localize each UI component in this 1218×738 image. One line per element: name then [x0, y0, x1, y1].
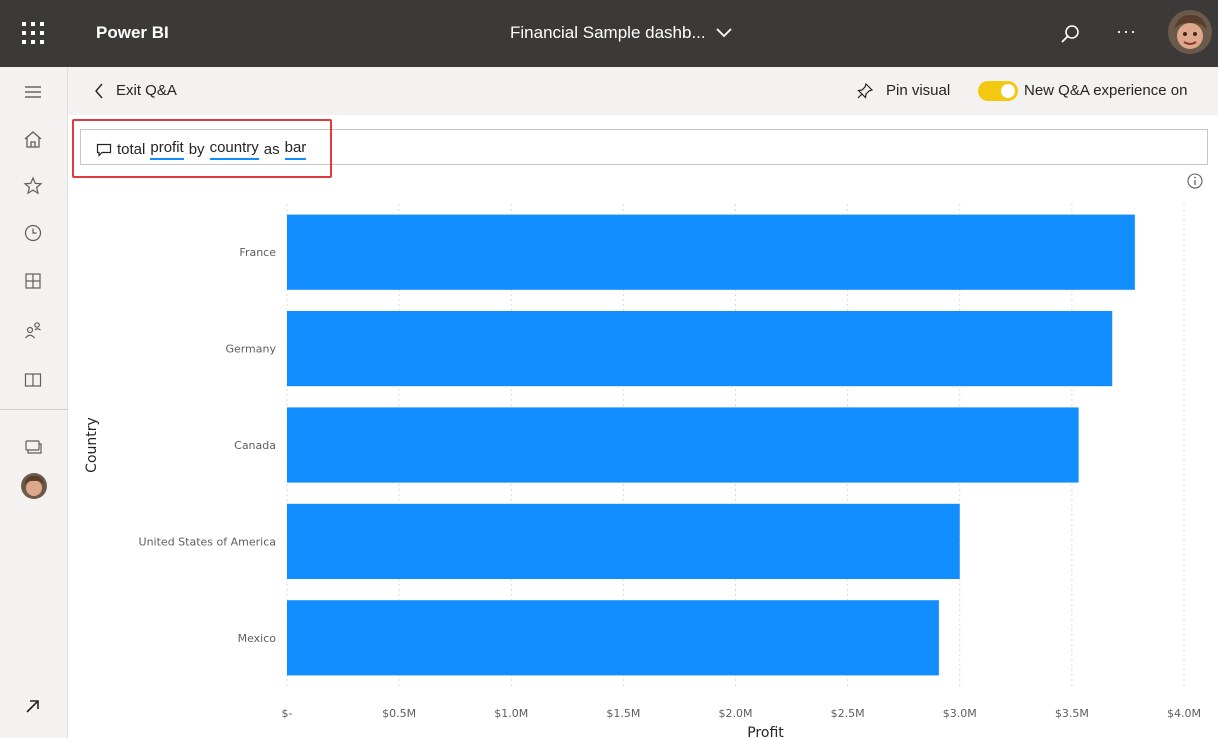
bar	[287, 214, 1135, 290]
chevron-left-icon	[95, 83, 103, 99]
y-axis-title: Country	[84, 417, 100, 473]
workspace-avatar[interactable]	[21, 473, 47, 499]
report-title: Financial Sample dashb...	[510, 23, 706, 42]
y-category-label: Germany	[225, 343, 276, 356]
info-icon[interactable]	[1186, 172, 1204, 190]
app-launcher-icon[interactable]	[22, 22, 44, 44]
bar	[287, 407, 1079, 483]
home-icon[interactable]	[22, 129, 44, 151]
chevron-down-icon	[715, 28, 732, 38]
shared-with-me-icon[interactable]	[22, 319, 44, 341]
x-tick-label: $2.0M	[719, 707, 753, 720]
x-tick-label: $-	[282, 707, 293, 720]
bar	[287, 503, 960, 579]
bar	[287, 311, 1113, 387]
y-category-label: France	[239, 246, 276, 259]
expand-arrow-icon[interactable]	[22, 695, 44, 717]
y-category-label: Mexico	[238, 632, 277, 645]
toggle-label: New Q&A experience on	[1024, 82, 1188, 99]
favorites-star-icon[interactable]	[22, 175, 44, 197]
command-bar: Exit Q&A Pin visual New Q&A experience o…	[68, 67, 1218, 115]
x-tick-label: $1.5M	[606, 707, 640, 720]
toggle-switch[interactable]	[978, 81, 1018, 101]
recent-clock-icon[interactable]	[22, 222, 44, 244]
rail-divider	[0, 409, 68, 410]
left-nav-rail	[0, 67, 68, 738]
top-bar: Power BI Financial Sample dashb... ···	[0, 0, 1218, 67]
y-category-label: Canada	[234, 439, 276, 452]
more-options-icon[interactable]: ···	[1116, 20, 1137, 42]
y-category-label: United States of America	[139, 535, 276, 548]
apps-icon[interactable]	[22, 270, 44, 292]
hamburger-menu-icon[interactable]	[22, 81, 44, 103]
app-name[interactable]: Power BI	[96, 22, 169, 44]
search-icon[interactable]	[1060, 24, 1080, 44]
question-highlight-box	[72, 119, 332, 178]
new-qa-experience-toggle[interactable]: New Q&A experience on	[978, 81, 1187, 101]
workspaces-icon[interactable]	[22, 435, 44, 457]
bar	[287, 600, 939, 676]
pin-icon	[857, 82, 874, 99]
x-tick-label: $0.5M	[382, 707, 416, 720]
x-tick-label: $3.5M	[1055, 707, 1089, 720]
report-title-dropdown[interactable]: Financial Sample dashb...	[510, 22, 732, 44]
learn-book-icon[interactable]	[22, 369, 44, 391]
x-tick-label: $4.0M	[1167, 707, 1201, 720]
pin-visual-label: Pin visual	[886, 82, 951, 99]
x-tick-label: $1.0M	[494, 707, 528, 720]
profit-by-country-bar-chart: $- $0.5M $1.0M $1.5M $2.0M $2.5M $3.0M $3.5M $4.…	[84, 204, 1201, 738]
exit-qa-button[interactable]: Exit Q&A	[94, 81, 177, 101]
x-tick-label: $3.0M	[943, 707, 977, 720]
avatar[interactable]	[1168, 10, 1212, 54]
x-tick-label: $2.5M	[831, 707, 865, 720]
pin-visual-button[interactable]: Pin visual	[856, 81, 950, 101]
x-axis-title: Profit	[747, 725, 784, 738]
exit-qa-label: Exit Q&A	[116, 82, 177, 99]
